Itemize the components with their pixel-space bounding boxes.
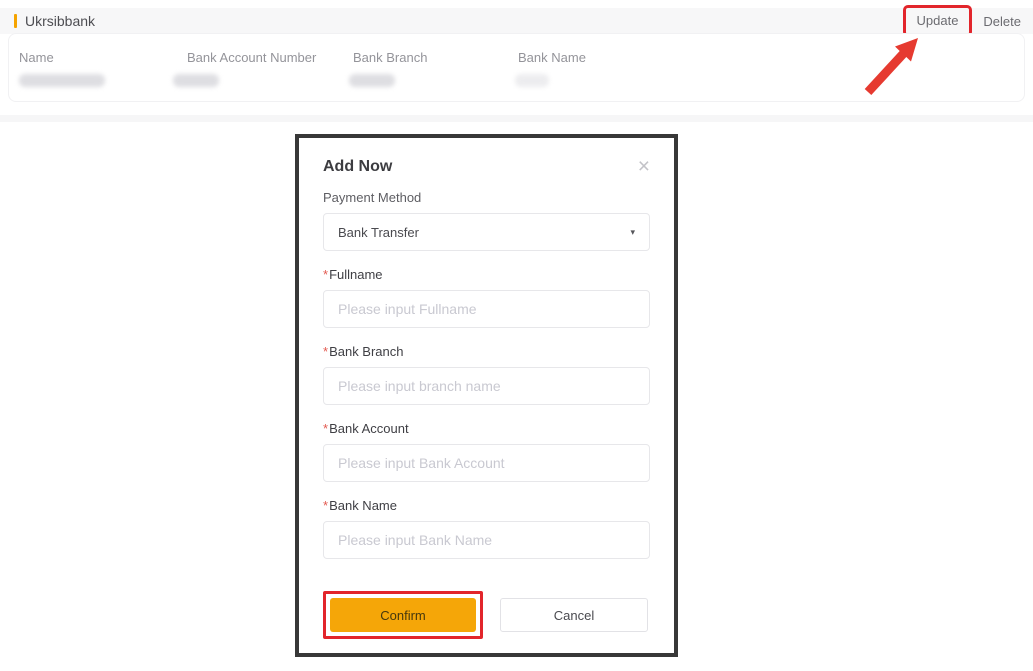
payment-method-label: Payment Method <box>323 190 650 205</box>
required-mark: * <box>323 267 328 282</box>
redacted-value-name <box>19 74 105 87</box>
bank-account-input[interactable] <box>323 444 650 482</box>
bank-name-input[interactable] <box>323 521 650 559</box>
annotation-box-confirm: Confirm <box>323 591 483 639</box>
confirm-button[interactable]: Confirm <box>330 598 476 632</box>
delete-button[interactable]: Delete <box>977 14 1027 29</box>
annotation-arrow-icon <box>852 30 932 110</box>
bank-name-label-text: Bank Name <box>329 498 397 513</box>
section-title-label: Ukrsibbank <box>25 13 95 29</box>
section-divider-band <box>0 115 1033 122</box>
bank-name-label: *Bank Name <box>323 498 650 513</box>
bank-account-label: *Bank Account <box>323 421 650 436</box>
accent-bar-icon <box>14 14 17 28</box>
bank-branch-label-text: Bank Branch <box>329 344 403 359</box>
update-button[interactable]: Update <box>917 13 959 28</box>
fullname-label: *Fullname <box>323 267 650 282</box>
add-now-modal: Add Now × Payment Method Bank Transfer ▾… <box>295 134 678 657</box>
cancel-button[interactable]: Cancel <box>500 598 648 632</box>
redacted-value-account <box>173 74 219 87</box>
required-mark: * <box>323 344 328 359</box>
bank-branch-label: *Bank Branch <box>323 344 650 359</box>
modal-title: Add Now <box>323 158 392 176</box>
fullname-label-text: Fullname <box>329 267 382 282</box>
column-header-bank-name: Bank Name <box>518 50 586 65</box>
required-mark: * <box>323 421 328 436</box>
section-title: Ukrsibbank <box>14 13 95 29</box>
redacted-value-branch <box>349 74 395 87</box>
bank-account-label-text: Bank Account <box>329 421 409 436</box>
bank-branch-input[interactable] <box>323 367 650 405</box>
payment-method-value: Bank Transfer <box>338 225 419 240</box>
column-header-bank-branch: Bank Branch <box>353 50 427 65</box>
required-mark: * <box>323 498 328 513</box>
fullname-input[interactable] <box>323 290 650 328</box>
column-header-name: Name <box>19 50 54 65</box>
close-icon[interactable]: × <box>638 158 650 176</box>
payment-method-select[interactable]: Bank Transfer ▾ <box>323 213 650 251</box>
redacted-value-bank <box>515 74 549 87</box>
column-header-account-number: Bank Account Number <box>187 50 316 65</box>
chevron-down-icon: ▾ <box>630 227 635 238</box>
